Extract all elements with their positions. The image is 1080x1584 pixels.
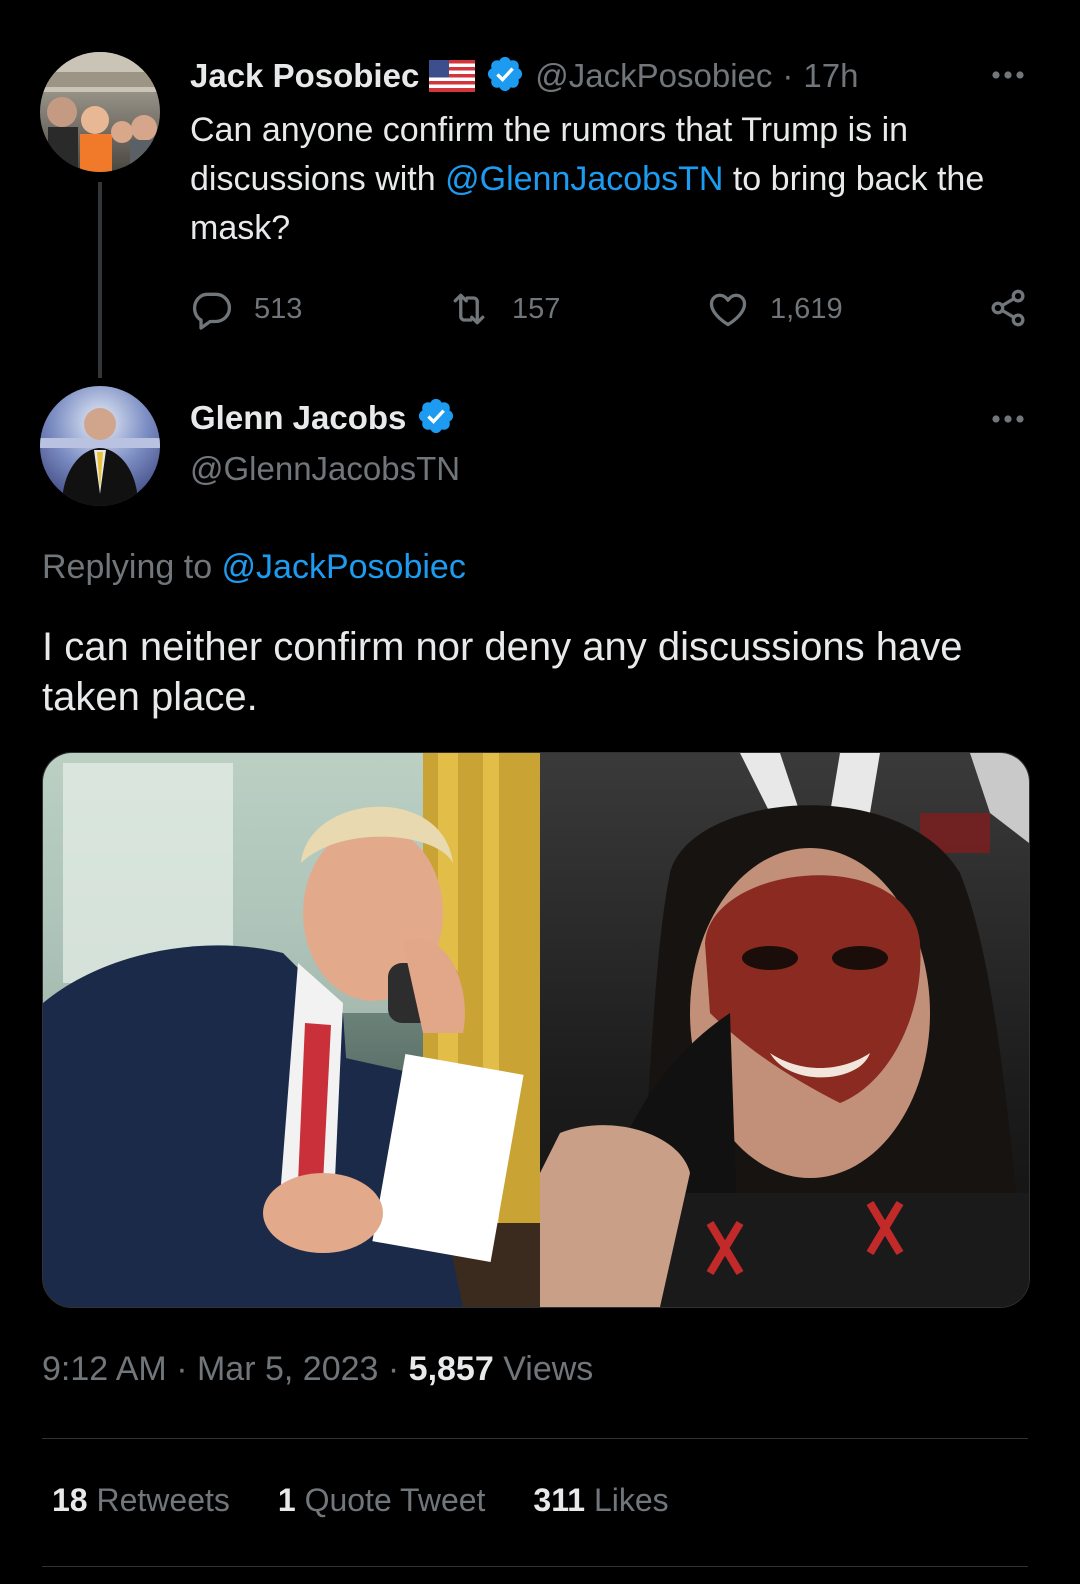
author-block: Glenn Jacobs @GlennJacobsTN [190, 394, 460, 488]
quote-tweets-stat[interactable]: 1 Quote Tweet [278, 1482, 486, 1519]
share-button[interactable] [986, 286, 1030, 338]
separator: · [387, 1350, 400, 1388]
heart-icon [709, 293, 747, 327]
more-options-button[interactable] [988, 60, 1028, 90]
display-name[interactable]: Glenn Jacobs [190, 399, 406, 437]
replying-to-link[interactable]: @JackPosobiec [222, 548, 466, 586]
views-count: 5,857 [408, 1350, 494, 1388]
avatar-photo [40, 408, 160, 506]
media-image-right[interactable] [540, 753, 1029, 1307]
replying-to: Replying to @JackPosobiec [42, 548, 466, 587]
tweet-time[interactable]: 9:12 AM [42, 1350, 167, 1388]
verified-badge-icon [485, 54, 525, 99]
tweet-meta: 9:12 AM · Mar 5, 2023 · 5,857 Views [42, 1350, 593, 1389]
tweet-header: Jack Posobiec @JackPosobiec · 17h [190, 52, 858, 100]
more-icon [992, 71, 1024, 79]
verified-badge-icon [416, 396, 456, 441]
share-icon [991, 289, 1025, 327]
image-content [540, 753, 1029, 1307]
tweet-text: Can anyone confirm the rumors that Trump… [190, 106, 1040, 253]
handle[interactable]: @GlennJacobsTN [190, 450, 460, 488]
tweet-date[interactable]: Mar 5, 2023 [197, 1350, 378, 1388]
reply-button[interactable]: 513 [190, 284, 302, 334]
handle[interactable]: @JackPosobiec [535, 57, 772, 95]
tweet-text: I can neither confirm nor deny any discu… [42, 625, 963, 719]
timestamp[interactable]: 17h [803, 57, 858, 95]
quotes-label: Quote Tweet [304, 1482, 486, 1518]
retweets-label: Retweets [96, 1482, 230, 1518]
like-button[interactable]: 1,619 [706, 284, 843, 334]
thread-connector-line [98, 182, 102, 378]
separator: · [176, 1350, 188, 1388]
image-content [43, 753, 540, 1307]
reply-icon [192, 292, 232, 330]
retweet-icon [453, 293, 485, 325]
retweets-count: 18 [52, 1482, 88, 1518]
replying-to-label: Replying to [42, 548, 222, 586]
views-label: Views [503, 1350, 594, 1388]
avatar-glenn-jacobs[interactable] [40, 386, 160, 506]
likes-count: 311 [533, 1482, 586, 1518]
time-separator: · [782, 57, 794, 94]
engagement-stats: 18 Retweets 1 Quote Tweet 311 Likes [52, 1482, 669, 1519]
likes-stat[interactable]: 311 Likes [533, 1482, 668, 1519]
likes-label: Likes [593, 1482, 669, 1518]
divider [42, 1566, 1028, 1567]
us-flag-icon [429, 60, 476, 92]
more-options-button[interactable] [988, 404, 1028, 434]
retweet-button[interactable]: 157 [446, 284, 560, 334]
retweets-stat[interactable]: 18 Retweets [52, 1482, 230, 1519]
avatar-photo [40, 52, 160, 172]
reply-count: 513 [254, 292, 303, 325]
like-count: 1,619 [770, 292, 843, 325]
display-name[interactable]: Jack Posobiec [190, 57, 419, 95]
retweet-count: 157 [512, 292, 561, 325]
quotes-count: 1 [277, 1482, 296, 1518]
tweet-actions: 513 157 1,619 [190, 284, 1030, 334]
avatar-jack-posobiec[interactable] [40, 52, 160, 172]
mention-link[interactable]: @GlennJacobsTN [445, 160, 723, 198]
media-image-left[interactable] [43, 753, 540, 1307]
divider [42, 1438, 1028, 1439]
more-icon [992, 415, 1024, 423]
tweet-media[interactable] [42, 752, 1030, 1308]
